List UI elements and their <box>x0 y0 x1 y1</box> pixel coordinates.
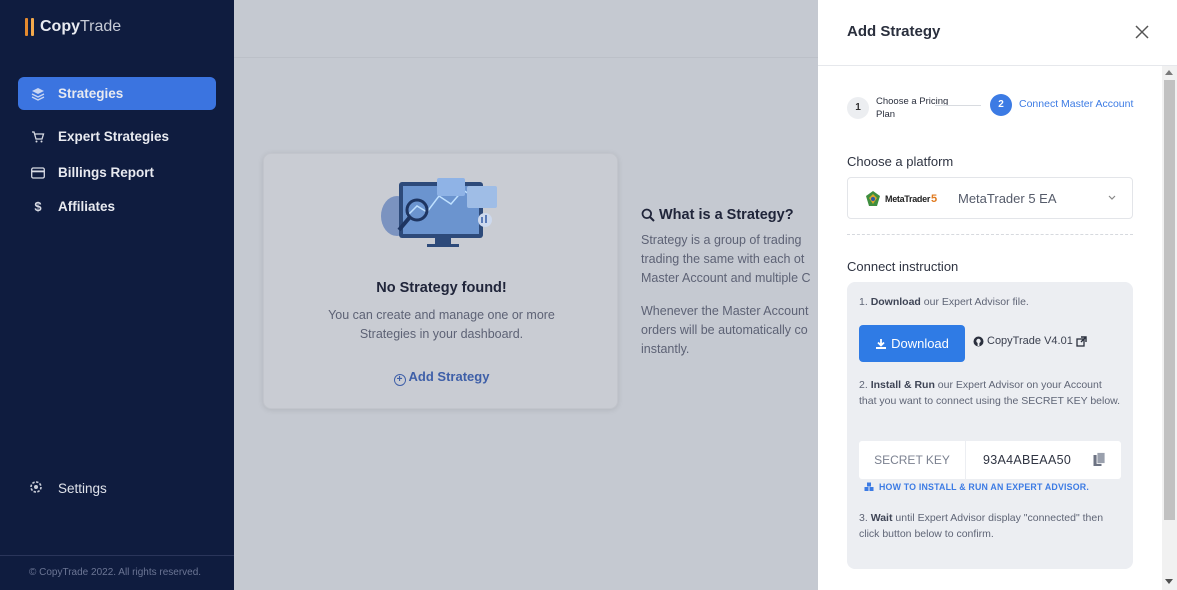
layers-icon <box>29 87 47 101</box>
how-to-install-label: HOW TO INSTALL & RUN AN EXPERT ADVISOR. <box>879 482 1089 492</box>
info-title: What is a Strategy? <box>641 207 818 223</box>
download-label: Download <box>891 336 949 351</box>
instruction-step-3: 3. Wait until Expert Advisor display "co… <box>859 512 1104 540</box>
info-line: instantly. <box>641 342 690 356</box>
sidebar-item-expert-strategies[interactable]: Expert Strategies <box>18 120 216 153</box>
empty-state-subtitle: You can create and manage one or more St… <box>328 308 555 341</box>
dollar-icon: $ <box>34 199 42 214</box>
info-paragraph-1: Strategy is a group of trading trading t… <box>641 231 818 288</box>
sidebar-item-label: Affiliates <box>58 199 116 214</box>
logo[interactable]: CopyTrade <box>25 18 121 36</box>
logo-text: CopyTrade <box>40 18 122 35</box>
step-number: 1 <box>847 97 869 119</box>
info-paragraph-2: Whenever the Master Account orders will … <box>641 302 818 359</box>
metatrader-logo: MetaTrader 5 <box>864 190 937 208</box>
close-icon[interactable] <box>1133 23 1151 41</box>
metatrader-logo-text: MetaTrader <box>885 194 931 204</box>
copyright: © CopyTrade 2022. All rights reserved. <box>29 567 202 578</box>
secret-key-value[interactable]: 93A4ABEAA50 <box>983 453 1071 467</box>
empty-state-card: No Strategy found! You can create and ma… <box>263 153 618 409</box>
step-label: Connect Master Account <box>1019 98 1134 110</box>
sidebar-item-billings-report[interactable]: Billings Report <box>18 156 216 189</box>
logo-mark <box>25 18 34 36</box>
step-connector <box>935 105 981 106</box>
credit-card-icon <box>29 166 47 179</box>
sidebar-item-label: Expert Strategies <box>58 129 170 144</box>
scrollbar-thumb[interactable] <box>1164 80 1175 520</box>
github-link[interactable]: CopyTrade V4.01 <box>973 335 1090 347</box>
empty-state-title: No Strategy found! <box>376 280 507 296</box>
dashboard-illustration <box>381 178 497 247</box>
secret-key-field: SECRET KEY 93A4ABEAA50 <box>859 441 1121 479</box>
scroll-up-arrow[interactable] <box>1165 70 1173 75</box>
strategy-info: What is a Strategy? Strategy is a group … <box>641 207 818 359</box>
add-strategy-drawer: Add Strategy 1 Choose a Pricing Plan 2 C… <box>818 0 1177 590</box>
info-line: trading the same with each ot <box>641 252 805 266</box>
divider <box>234 57 818 58</box>
plus-circle-icon: + <box>393 374 406 386</box>
sidebar-nav: Strategies Expert Strategies Billings Re… <box>18 77 216 226</box>
divider <box>847 234 1133 235</box>
instruction-step-2: 2. Install & Run our Expert Advisor on y… <box>859 379 1121 407</box>
scrollbar[interactable] <box>1162 66 1177 590</box>
search-icon <box>641 208 655 222</box>
settings-label: Settings <box>58 481 107 496</box>
sidebar-item-settings[interactable]: Settings <box>29 480 107 497</box>
sidebar: CopyTrade Strategies Expert Strategies B… <box>0 0 234 590</box>
instruction-panel: 1. Download our Expert Advisor file. Dow… <box>847 282 1133 569</box>
external-link-icon <box>1076 335 1087 347</box>
download-icon <box>876 338 887 349</box>
step-number: 2 <box>990 94 1012 116</box>
download-button[interactable]: Download <box>859 325 965 362</box>
metatrader-logo-number: 5 <box>931 193 938 205</box>
platform-select[interactable]: MetaTrader 5 MetaTrader 5 EA <box>847 177 1133 219</box>
main-content: No Strategy found! You can create and ma… <box>234 0 818 590</box>
stepper: 1 Choose a Pricing Plan 2 Connect Master… <box>847 94 1137 124</box>
info-title-text: What is a Strategy? <box>659 207 794 223</box>
drawer-header: Add Strategy <box>818 0 1177 66</box>
sidebar-item-strategies[interactable]: Strategies <box>18 77 216 110</box>
info-line: Whenever the Master Account <box>641 304 809 318</box>
add-strategy-label: Add Strategy <box>408 369 490 384</box>
add-strategy-link[interactable]: + Add Strategy <box>264 369 619 386</box>
sidebar-item-label: Billings Report <box>58 165 155 180</box>
info-line: Master Account and multiple C <box>641 271 811 285</box>
secret-key-label: SECRET KEY <box>859 441 966 479</box>
copy-icon[interactable] <box>1093 452 1106 467</box>
info-line: Strategy is a group of trading <box>641 233 802 247</box>
github-label: CopyTrade V4.01 <box>987 335 1073 347</box>
metatrader-icon <box>866 191 880 206</box>
gear-icon <box>29 480 45 497</box>
instruction-step-1: 1. Download our Expert Advisor file. <box>859 296 1029 308</box>
info-line: orders will be automatically co <box>641 323 808 337</box>
sidebar-item-label: Strategies <box>58 86 124 101</box>
github-icon <box>973 336 984 346</box>
sidebar-item-affiliates[interactable]: $ Affiliates <box>18 190 216 223</box>
platform-value: MetaTrader 5 EA <box>958 191 1057 206</box>
how-to-install-link[interactable]: HOW TO INSTALL & RUN AN EXPERT ADVISOR. <box>864 482 1089 492</box>
cart-icon <box>29 130 47 144</box>
platform-label: Choose a platform <box>847 154 954 169</box>
chevron-down-icon <box>1108 195 1116 200</box>
connect-instruction-label: Connect instruction <box>847 259 959 274</box>
divider <box>0 555 234 556</box>
cubes-icon <box>864 482 874 491</box>
drawer-title: Add Strategy <box>847 23 941 40</box>
scroll-down-arrow[interactable] <box>1165 579 1173 584</box>
step-label: Choose a Pricing Plan <box>876 96 949 120</box>
